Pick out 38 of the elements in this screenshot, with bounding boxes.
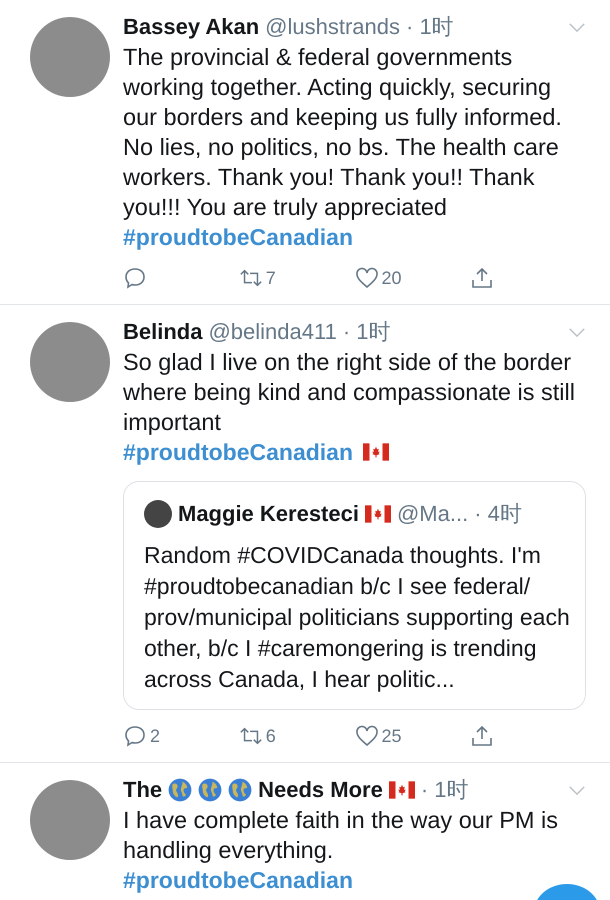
canada-flag-icon	[363, 443, 390, 461]
quoted-tweet-text: Random #COVIDCanada thoughts. I'm #proudtobecanadian b/c I see federal/ prov/municipal politicians supporting each other, b/c I #caremongering is trending across Canada, I hear politic...	[144, 541, 571, 694]
reply-icon[interactable]	[123, 266, 147, 290]
action-count: 6	[266, 726, 276, 746]
tweet-text: I have complete faith in the way our PM is handling everything.	[123, 806, 559, 865]
canada-flag-icon	[388, 781, 415, 799]
reply-icon[interactable]	[123, 724, 147, 748]
author-name: The	[123, 777, 162, 803]
user-handle: @lushstrands	[265, 14, 400, 40]
heart-icon[interactable]	[354, 724, 378, 748]
tweet-time: · 1时	[342, 318, 391, 346]
action-count: 20	[382, 268, 402, 288]
tweet-time: · 1时	[420, 776, 469, 804]
hashtag-link[interactable]: #proudtobeCanadian	[123, 865, 354, 895]
tweet-time: · 4时	[474, 500, 522, 528]
author-name: Maggie Keresteci	[178, 501, 359, 527]
avatar-placeholder	[144, 500, 172, 528]
author-name: Bassey Akan	[123, 14, 260, 40]
globe-icon	[168, 778, 192, 802]
author-name: Needs More	[258, 777, 383, 803]
share-icon[interactable]	[470, 724, 494, 748]
author-name: Belinda	[123, 319, 202, 345]
heart-icon[interactable]	[354, 266, 378, 290]
tweet-text: So glad I live on the right side of the border where being kind and compassionate is still important	[123, 348, 576, 437]
hashtag-link[interactable]: #proudtobeCanadian	[123, 437, 354, 467]
canada-flag-icon	[364, 505, 391, 523]
quoted-tweet-card[interactable]	[123, 481, 586, 710]
globe-icon	[198, 778, 222, 802]
tweet-time: · 1时	[406, 13, 454, 41]
hashtag-link[interactable]: #proudtobeCanadian	[123, 222, 354, 252]
action-count: 25	[382, 726, 402, 746]
globe-icon	[228, 778, 252, 802]
action-count: 2	[150, 726, 160, 746]
share-icon[interactable]	[470, 266, 494, 290]
tweet-text: The provincial & federal governments working together. Acting quickly, securing our borders and keeping us fully informed. No lies, no politics, no bs. The health care workers. Thank you! Thank you!! Thank you!!! You are truly appreciated	[123, 43, 563, 222]
action-count: 7	[266, 268, 276, 288]
user-handle: @Ma...	[396, 501, 468, 527]
user-handle: @belinda411	[208, 319, 337, 345]
